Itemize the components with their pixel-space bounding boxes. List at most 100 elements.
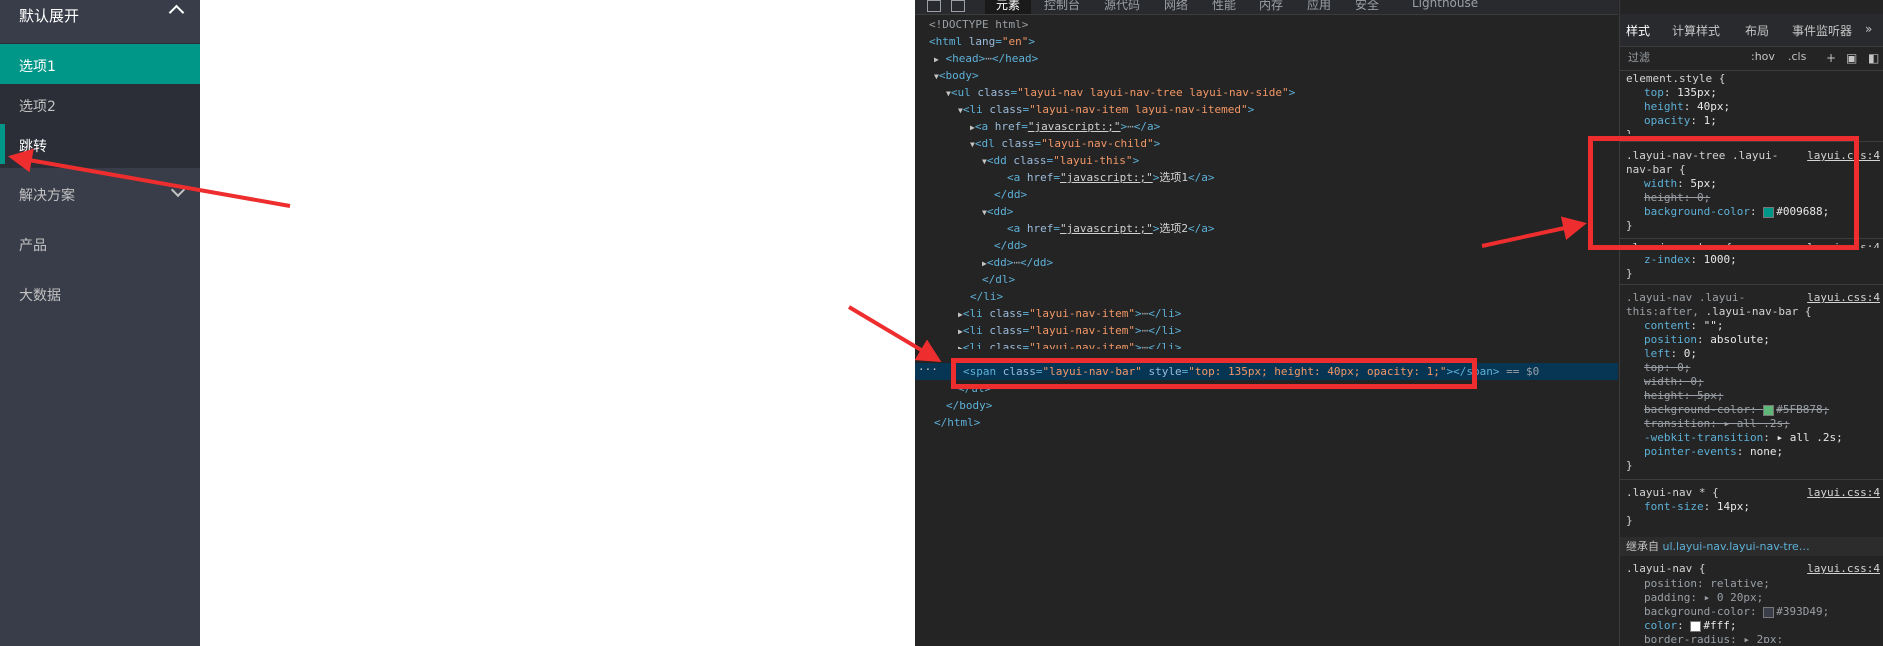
styles-filter-input[interactable]: 过滤 — [1628, 50, 1736, 65]
dom-tree: ··· <!DOCTYPE html> <html lang="en"> ▶ <… — [915, 16, 1618, 646]
dom-line[interactable]: ▼<dl class="layui-nav-child"> — [970, 135, 1160, 152]
nav-item-big-data[interactable]: 大数据 — [0, 272, 200, 317]
nav-indicator-bar — [0, 124, 5, 164]
devtools-tabbar: 元素 控制台 源代码 网络 性能 内存 应用 安全 Lighthouse — [915, 0, 1618, 15]
dom-line[interactable]: <a href="javascript:;">选项1</a> — [1007, 169, 1214, 186]
tab-event-listeners[interactable]: 事件监听器 — [1792, 22, 1852, 39]
color-swatch-icon[interactable] — [1763, 606, 1775, 618]
css-line[interactable]: position: absolute; — [1644, 333, 1770, 347]
dom-line[interactable]: <a href="javascript:;">选项2</a> — [1007, 220, 1214, 237]
color-swatch-icon[interactable] — [1690, 620, 1702, 632]
tab-computed[interactable]: 计算样式 — [1672, 22, 1720, 39]
side-nav: 默认展开 选项1 选项2 跳转 解决方案 产品 大数据 — [0, 0, 200, 646]
css-line[interactable]: content: ""; — [1644, 319, 1723, 333]
dom-line[interactable]: </dd> — [994, 237, 1027, 254]
dom-line[interactable]: <html lang="en"> — [929, 33, 1035, 50]
css-source-link[interactable]: layui.css:4 — [1807, 562, 1880, 575]
css-line: } — [1626, 459, 1633, 472]
dom-line[interactable]: ▼<li class="layui-nav-item layui-nav-ite… — [958, 101, 1254, 118]
nav-item-label: 解决方案 — [19, 188, 75, 204]
tab-security[interactable]: 安全 — [1355, 0, 1379, 13]
css-selector[interactable]: .layui-nav * { — [1626, 486, 1719, 500]
css-line: } — [1626, 267, 1633, 280]
dom-line[interactable]: ▶ <head>⋯</head> — [934, 50, 1038, 67]
nav-item-products[interactable]: 产品 — [0, 222, 200, 267]
css-line[interactable]: z-index: 1000; — [1644, 253, 1737, 267]
color-swatch-icon[interactable] — [1763, 404, 1775, 416]
css-line[interactable]: top: 0; — [1644, 361, 1690, 375]
dom-line[interactable]: ▼<dd> — [982, 203, 1013, 220]
nav-child-option-1[interactable]: 选项1 — [0, 44, 200, 84]
css-selector[interactable]: .layui-nav { — [1626, 562, 1705, 576]
css-line[interactable]: background-color: #5FB878; — [1644, 403, 1829, 417]
tab-network[interactable]: 网络 — [1164, 0, 1188, 13]
computed-styles-icon[interactable]: ▣ — [1846, 51, 1857, 65]
tab-lighthouse[interactable]: Lighthouse — [1412, 0, 1478, 10]
css-selector[interactable]: this:after, .layui-nav-bar { — [1626, 305, 1811, 319]
dom-line[interactable]: ▼<ul class="layui-nav layui-nav-tree lay… — [946, 84, 1295, 101]
css-selector[interactable]: .layui-nav .layui- — [1626, 291, 1745, 305]
nav-item-label: 大数据 — [19, 288, 61, 304]
dom-line[interactable]: </body> — [946, 397, 992, 414]
dom-line[interactable]: </dl> — [982, 271, 1015, 288]
rule-divider — [1620, 479, 1883, 480]
css-line[interactable]: transition: ▸ all .2s; — [1644, 417, 1790, 431]
nav-item-label: 默认展开 — [19, 7, 80, 25]
nav-child-jump[interactable]: 跳转 — [0, 124, 200, 164]
css-line[interactable]: width: 0; — [1644, 375, 1704, 389]
css-line[interactable]: element.style { — [1626, 72, 1725, 86]
css-line[interactable]: color: #fff; — [1644, 619, 1737, 633]
nav-child-option-2[interactable]: 选项2 — [0, 84, 200, 124]
tab-layout[interactable]: 布局 — [1745, 22, 1769, 39]
inspect-icon[interactable] — [927, 0, 941, 12]
nav-item-default-open[interactable]: 默认展开 — [0, 0, 200, 37]
inherited-from-bar: 继承自 ul.layui-nav.layui-nav-tre… — [1620, 537, 1883, 556]
css-line[interactable]: font-size: 14px; — [1644, 500, 1750, 514]
css-source-link[interactable]: layui.css:4 — [1807, 291, 1880, 304]
dom-line[interactable]: </html> — [934, 414, 980, 431]
css-source-link[interactable]: layui.css:4 — [1807, 486, 1880, 499]
dom-line[interactable]: ▶<li class="layui-nav-item">⋯</li> — [958, 339, 1181, 349]
css-line[interactable]: pointer-events: none; — [1644, 445, 1783, 459]
dom-line[interactable]: ▶<li class="layui-nav-item">⋯</li> — [958, 322, 1181, 339]
css-line[interactable]: top: 135px; — [1644, 86, 1717, 100]
css-line: } — [1626, 514, 1633, 527]
css-line[interactable]: position: relative; — [1644, 577, 1770, 591]
dom-line[interactable]: ▶<dd>⋯</dd> — [982, 254, 1053, 271]
inherit-label: 继承自 — [1626, 540, 1659, 553]
inherit-target-link[interactable]: ul.layui-nav.layui-nav-tre… — [1663, 540, 1810, 553]
tab-console[interactable]: 控制台 — [1044, 0, 1080, 13]
dom-line[interactable]: </dd> — [994, 186, 1027, 203]
hov-toggle[interactable]: :hov — [1751, 50, 1775, 63]
tab-more[interactable]: » — [1865, 22, 1872, 36]
nav-item-solutions[interactable]: 解决方案 — [0, 172, 200, 217]
css-line[interactable]: left: 0; — [1644, 347, 1697, 361]
sidebar-icon[interactable]: ◧ — [1868, 51, 1879, 65]
css-line[interactable]: background-color: #393D49; — [1644, 605, 1829, 619]
tab-sources[interactable]: 源代码 — [1104, 0, 1140, 13]
css-line: } — [1626, 128, 1633, 134]
tab-elements[interactable]: 元素 — [985, 0, 1032, 14]
css-line[interactable]: padding: ▸ 0 20px; — [1644, 591, 1763, 605]
dom-selected-ref: == $0 — [1506, 365, 1540, 378]
device-toolbar-icon[interactable] — [951, 0, 965, 12]
tab-performance[interactable]: 性能 — [1212, 0, 1236, 13]
dom-line[interactable]: </li> — [970, 288, 1003, 305]
add-rule-icon[interactable]: + — [1826, 51, 1836, 65]
css-line[interactable]: -webkit-transition: ▸ all .2s; — [1644, 431, 1843, 445]
dom-line[interactable]: ▼<dd class="layui-this"> — [982, 152, 1139, 169]
tab-application[interactable]: 应用 — [1307, 0, 1331, 13]
annotation-box-dom — [951, 358, 1477, 389]
css-line[interactable]: opacity: 1; — [1644, 114, 1717, 128]
tab-memory[interactable]: 内存 — [1259, 0, 1283, 13]
dom-line[interactable]: <!DOCTYPE html> — [929, 16, 1028, 33]
tab-styles[interactable]: 样式 — [1626, 22, 1650, 39]
css-line[interactable]: border-radius: ▸ 2px; — [1644, 633, 1783, 643]
css-line[interactable]: height: 5px; — [1644, 389, 1723, 403]
more-icon[interactable]: ··· — [918, 363, 938, 376]
dom-line[interactable]: ▶<li class="layui-nav-item">⋯</li> — [958, 305, 1181, 322]
dom-line[interactable]: ▶<a href="javascript:;">⋯</a> — [970, 118, 1160, 135]
css-line[interactable]: height: 40px; — [1644, 100, 1730, 114]
dom-line[interactable]: ▼<body> — [934, 67, 979, 84]
cls-toggle[interactable]: .cls — [1788, 50, 1806, 63]
